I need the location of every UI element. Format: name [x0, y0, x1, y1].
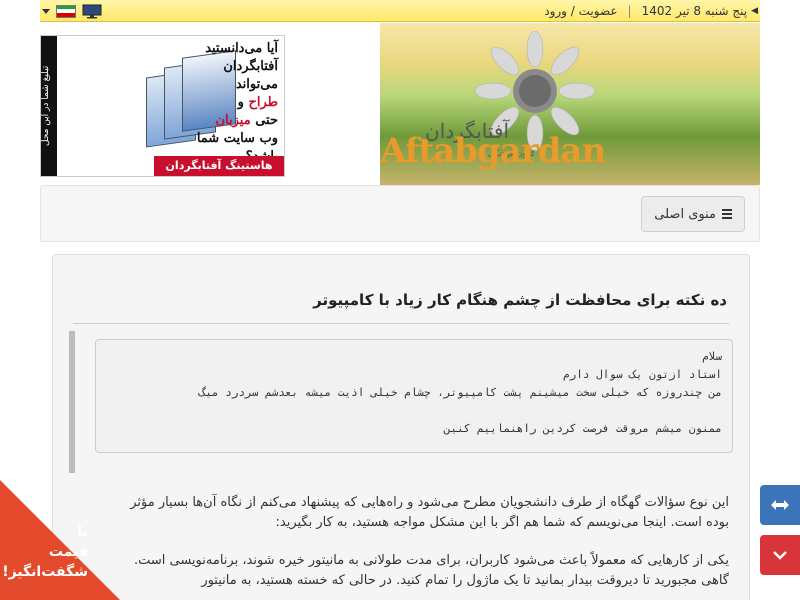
question-quote: سلام استاد ازتون یک سوال دارم من چندروزه ک…: [95, 339, 733, 453]
quote-line: سلام: [702, 350, 722, 363]
paragraph-line: یکی از کارهایی که معمولاً باعث می‌شود کا…: [133, 553, 729, 568]
paragraph-line: گاهی مجبورید تا دیروقت بیدار بمانید تا ی…: [201, 573, 729, 588]
top-bar: ◀ پنج شنبه 8 تیر 1402 | عضویت / ورود: [40, 0, 760, 22]
monitor-icon[interactable]: [82, 4, 102, 19]
ribbon-line: شگفت‌انگیز!: [2, 564, 88, 580]
quote-line: من چندروزه که خیلی سخت میشینم پشت کامپیو…: [198, 386, 722, 399]
ad-vertical-text: تبلیغ شما در این محل: [41, 36, 57, 176]
divider: |: [627, 4, 632, 18]
ad-highlight: طراح: [248, 95, 278, 110]
ad-line: می‌تواند: [235, 77, 278, 92]
paragraph-line: بوده است. اینجا می‌نویسم که شما هم اگر ب…: [275, 515, 729, 530]
blockquote-bar: [69, 331, 75, 473]
scroll-down-button[interactable]: [760, 535, 800, 575]
hosting-ad-banner[interactable]: تبلیغ شما در این محل آیا می‌دانستید آفتا…: [40, 35, 285, 177]
header: تبلیغ شما در این محل آیا می‌دانستید آفتا…: [40, 23, 760, 185]
register-login-link[interactable]: عضویت / ورود: [544, 4, 617, 18]
navbar: منوی اصلی: [40, 185, 760, 242]
site-banner[interactable]: آفتابگردان کانون فرهنگی Aftabgardan: [380, 23, 760, 185]
ribbon-line: با: [77, 524, 88, 540]
quote-line: ممنون میشم مروقت فرصت کردین راهنماییم کن…: [443, 422, 722, 435]
ribbon-line: قیمت: [48, 544, 88, 560]
top-tools: [40, 0, 102, 22]
chevron-down-icon: [773, 551, 787, 560]
title-divider: [73, 323, 729, 324]
horizontal-arrows-icon: [771, 500, 789, 510]
expand-width-button[interactable]: [760, 485, 800, 525]
main-menu-label: منوی اصلی: [654, 206, 716, 222]
ad-highlight: میزبان: [215, 113, 251, 128]
quote-line: استاد ازتون یک سوال دارم: [563, 368, 722, 381]
ribbon-text: با قیمت شگفت‌انگیز!: [2, 522, 88, 582]
ad-line: حتی: [255, 113, 278, 128]
ad-line: وب سایت شما: [196, 131, 278, 146]
hamburger-icon: [722, 209, 732, 219]
dropdown-arrow-icon[interactable]: [42, 8, 50, 14]
quote-line: [106, 402, 722, 420]
iran-flag-icon[interactable]: [56, 4, 76, 18]
promo-ribbon[interactable]: با قیمت شگفت‌انگیز!: [0, 480, 120, 600]
main-menu-button[interactable]: منوی اصلی: [641, 196, 745, 232]
ad-hosting-band: هاستینگ آفتابگردان: [154, 156, 284, 176]
date-area: ◀ پنج شنبه 8 تیر 1402 | عضویت / ورود: [544, 0, 760, 22]
article-panel: ده نکته برای محافظت از چشم هنگام کار زیا…: [52, 254, 750, 600]
ad-connector: و: [237, 95, 244, 110]
ad-line: آیا می‌دانستید: [205, 41, 278, 56]
current-date: پنج شنبه 8 تیر 1402: [641, 4, 748, 18]
brand-latin: Aftabgardan: [380, 131, 606, 171]
caret-left-icon: ◀: [751, 6, 758, 16]
ad-line: آفتابگردان: [223, 59, 278, 74]
ad-text: آیا می‌دانستید آفتابگردان می‌تواند طراح …: [197, 40, 278, 166]
article-title[interactable]: ده نکته برای محافظت از چشم هنگام کار زیا…: [313, 291, 727, 309]
paragraph-line: این نوع سؤالات گهگاه از طرف دانشجویان مط…: [130, 495, 729, 510]
